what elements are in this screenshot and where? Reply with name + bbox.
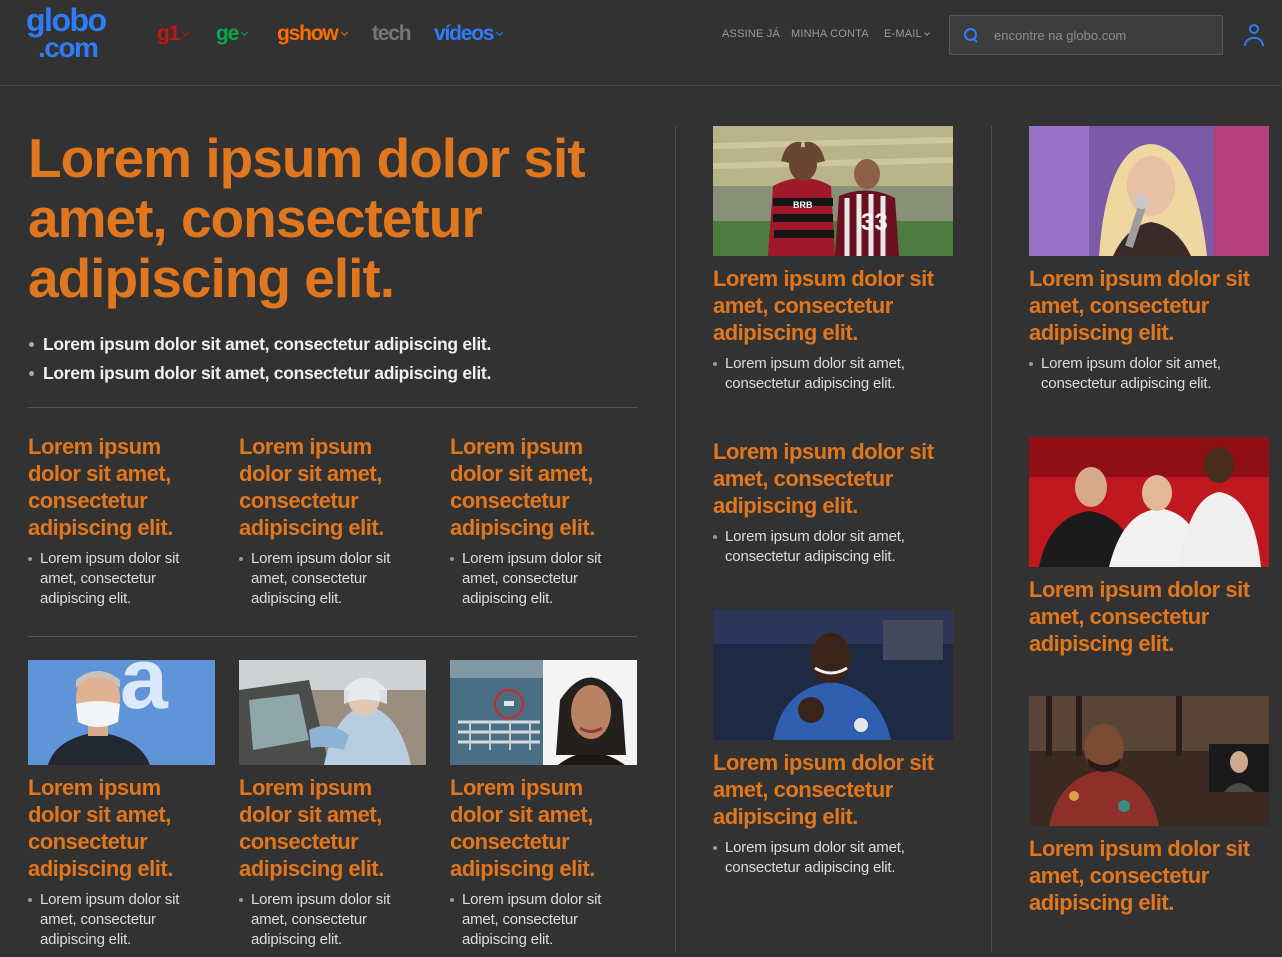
search-input[interactable] <box>994 27 1214 43</box>
user-icon[interactable] <box>1241 24 1267 48</box>
news-photo-hug[interactable] <box>1029 437 1269 567</box>
user-icon-head <box>1249 24 1259 34</box>
card-summary: Lorem ipsum dolor sit amet, consectetur … <box>713 527 963 567</box>
card-headline: Lorem ipsum dolor sit amet, consectetur … <box>28 434 173 540</box>
search-box[interactable] <box>949 15 1223 55</box>
divider <box>28 636 637 637</box>
nav-videos[interactable]: vídeos <box>434 20 504 48</box>
site-header: globo .com g1 ge gshow tech vídeos ASSIN… <box>0 0 1282 86</box>
nav-tech-label: tech <box>372 22 412 45</box>
card-summary: Lorem ipsum dolor sit amet, consectetur … <box>239 890 429 950</box>
card-summary: Lorem ipsum dolor sit amet, consectetur … <box>28 890 218 950</box>
news-photo-health-worker[interactable] <box>239 660 426 765</box>
card-summary: Lorem ipsum dolor sit amet, consectetur … <box>713 838 963 878</box>
news-card[interactable]: Lorem ipsum dolor sit amet, consectetur … <box>1029 265 1279 394</box>
news-card[interactable]: Lorem ipsum dolor sit amet, consectetur … <box>28 433 218 609</box>
chevron-down-icon <box>241 28 249 37</box>
card-summary: Lorem ipsum dolor sit amet, consectetur … <box>1029 354 1279 394</box>
search-icon[interactable] <box>964 28 978 42</box>
lead-bullets: Lorem ipsum dolor sit amet, consectetur … <box>28 330 638 388</box>
news-photo-video-call[interactable] <box>1029 696 1269 826</box>
column-divider <box>991 126 992 952</box>
card-headline: Lorem ipsum dolor sit amet, consectetur … <box>450 775 595 881</box>
user-icon-body <box>1244 37 1264 46</box>
card-headline: Lorem ipsum dolor sit amet, consectetur … <box>239 775 384 881</box>
email-menu[interactable]: E-MAIL <box>884 28 930 40</box>
nav-ge[interactable]: ge <box>216 20 249 48</box>
news-card[interactable]: Lorem ipsum dolor sit amet, consectetur … <box>239 774 429 950</box>
news-card[interactable]: Lorem ipsum dolor sit amet, consectetur … <box>450 774 640 950</box>
news-card[interactable]: Lorem ipsum dolor sit amet, consectetur … <box>28 774 218 950</box>
card-headline: Lorem ipsum dolor sit amet, consectetur … <box>1029 836 1250 915</box>
news-photo-football-players[interactable]: BRB 33 <box>713 126 953 256</box>
card-headline: Lorem ipsum dolor sit amet, consectetur … <box>713 266 934 345</box>
news-card[interactable]: Lorem ipsum dolor sit amet, consectetur … <box>1029 576 1279 657</box>
card-summary: Lorem ipsum dolor sit amet, consectetur … <box>450 890 640 950</box>
jersey-number: 33 <box>861 209 888 236</box>
lead-bullet[interactable]: Lorem ipsum dolor sit amet, consectetur … <box>28 359 638 388</box>
nav-tech[interactable]: tech <box>372 20 412 48</box>
lead-headline[interactable]: Lorem ipsum dolor sit amet, consectetur … <box>28 128 648 308</box>
card-headline: Lorem ipsum dolor sit amet, consectetur … <box>28 775 173 881</box>
account-label: MINHA CONTA <box>791 28 869 40</box>
nav-g1-label: g1 <box>157 22 180 45</box>
chevron-down-icon <box>182 28 190 37</box>
logo-line-2: .com <box>38 32 99 63</box>
news-card[interactable]: Lorem ipsum dolor sit amet, consectetur … <box>713 749 963 878</box>
globo-logo[interactable]: globo .com <box>26 4 122 64</box>
nav-gshow[interactable]: gshow <box>277 20 348 48</box>
card-headline: Lorem ipsum dolor sit amet, consectetur … <box>1029 577 1250 656</box>
account-link[interactable]: MINHA CONTA <box>791 28 869 40</box>
chevron-down-icon <box>496 28 504 37</box>
news-card[interactable]: Lorem ipsum dolor sit amet, consectetur … <box>450 433 640 609</box>
card-summary: Lorem ipsum dolor sit amet, consectetur … <box>450 549 640 609</box>
news-card[interactable]: Lorem ipsum dolor sit amet, consectetur … <box>239 433 429 609</box>
divider <box>28 407 637 408</box>
lead-bullet[interactable]: Lorem ipsum dolor sit amet, consectetur … <box>28 330 638 359</box>
news-photo-lake-portrait[interactable] <box>450 660 637 765</box>
news-card[interactable]: Lorem ipsum dolor sit amet, consectetur … <box>713 265 963 394</box>
news-card[interactable]: Lorem ipsum dolor sit amet, consectetur … <box>1029 835 1279 916</box>
chevron-down-icon <box>340 28 348 37</box>
news-photo-singer[interactable] <box>1029 126 1269 256</box>
photo-backdrop-lettering: a <box>120 660 169 727</box>
card-summary: Lorem ipsum dolor sit amet, consectetur … <box>713 354 963 394</box>
nav-g1[interactable]: g1 <box>157 20 190 48</box>
jersey-sponsor: BRB <box>793 200 813 210</box>
news-photo-player-fist[interactable] <box>713 610 953 740</box>
card-headline: Lorem ipsum dolor sit amet, consectetur … <box>713 439 934 518</box>
card-headline: Lorem ipsum dolor sit amet, consectetur … <box>713 750 934 829</box>
email-label: E-MAIL <box>884 28 922 40</box>
card-headline: Lorem ipsum dolor sit amet, consectetur … <box>1029 266 1250 345</box>
column-divider <box>675 126 676 952</box>
card-headline: Lorem ipsum dolor sit amet, consectetur … <box>450 434 595 540</box>
card-summary: Lorem ipsum dolor sit amet, consectetur … <box>239 549 429 609</box>
news-photo-masked-man[interactable]: a <box>28 660 215 765</box>
nav-videos-label: vídeos <box>434 22 495 45</box>
subscribe-link[interactable]: ASSINE JÁ <box>722 28 780 40</box>
nav-ge-label: ge <box>216 22 239 45</box>
card-summary: Lorem ipsum dolor sit amet, consectetur … <box>28 549 218 609</box>
nav-gshow-label: gshow <box>277 22 339 45</box>
chevron-down-icon <box>924 29 930 36</box>
card-headline: Lorem ipsum dolor sit amet, consectetur … <box>239 434 384 540</box>
news-card[interactable]: Lorem ipsum dolor sit amet, consectetur … <box>713 438 963 567</box>
subscribe-label: ASSINE JÁ <box>722 28 781 40</box>
